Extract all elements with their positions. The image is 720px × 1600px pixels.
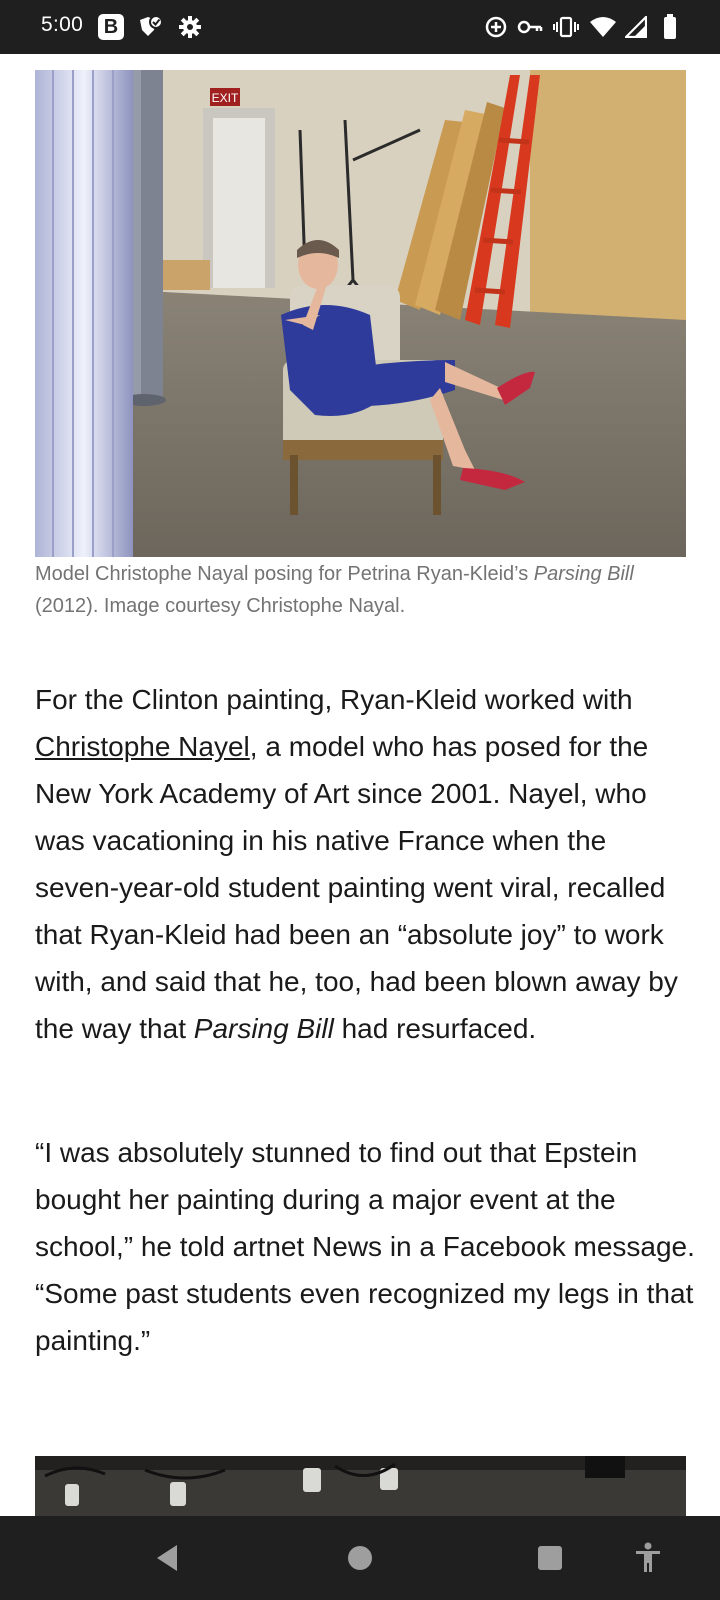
christophe-nayel-link[interactable]: Christophe Nayel [35,731,250,762]
signal-icon [624,14,648,40]
back-button[interactable] [145,1536,189,1580]
status-bar: 5:00 B [0,0,720,54]
recents-square-icon [538,1546,562,1570]
b-app-icon: B [98,14,124,40]
caption-prefix: Model Christophe Nayal posing for Petrin… [35,563,534,585]
back-triangle-icon [157,1545,177,1571]
caption-suffix: (2012). Image courtesy Christophe Nayal. [35,595,406,617]
status-time: 5:00 [41,13,84,36]
recents-button[interactable] [528,1536,572,1580]
wifi-icon [588,14,618,40]
exit-sign-text: EXIT [212,91,239,105]
accessibility-button[interactable] [626,1536,670,1580]
accessibility-person-icon [636,1542,660,1572]
article-paragraph-1: For the Clinton painting, Ryan-Kleid wor… [35,676,695,1052]
article-paragraph-2: “I was absolutely stunned to find out th… [35,1137,695,1356]
vpn-key-icon [516,14,544,40]
studio-scene-illustration: EXIT [35,70,686,557]
shield-check-icon [136,14,164,40]
navigation-bar [0,1516,720,1600]
home-button[interactable] [338,1536,382,1580]
paragraph-text: , a model who has posed for the New York… [35,731,678,1044]
vibrate-icon [552,14,580,40]
image-caption: Model Christophe Nayal posing for Petrin… [35,558,686,622]
battery-icon [662,14,678,40]
caption-title: Parsing Bill [533,563,634,585]
studio-lights-illustration [35,1456,686,1518]
hero-photo[interactable]: EXIT [35,70,686,557]
painting-title: Parsing Bill [193,1013,334,1044]
data-saver-icon [483,14,509,40]
next-photo[interactable] [35,1456,686,1518]
settings-gear-icon [177,14,203,40]
home-circle-icon [348,1546,372,1570]
paragraph-text: For the Clinton painting, Ryan-Kleid wor… [35,684,633,715]
paragraph-text: had resurfaced. [333,1013,537,1044]
